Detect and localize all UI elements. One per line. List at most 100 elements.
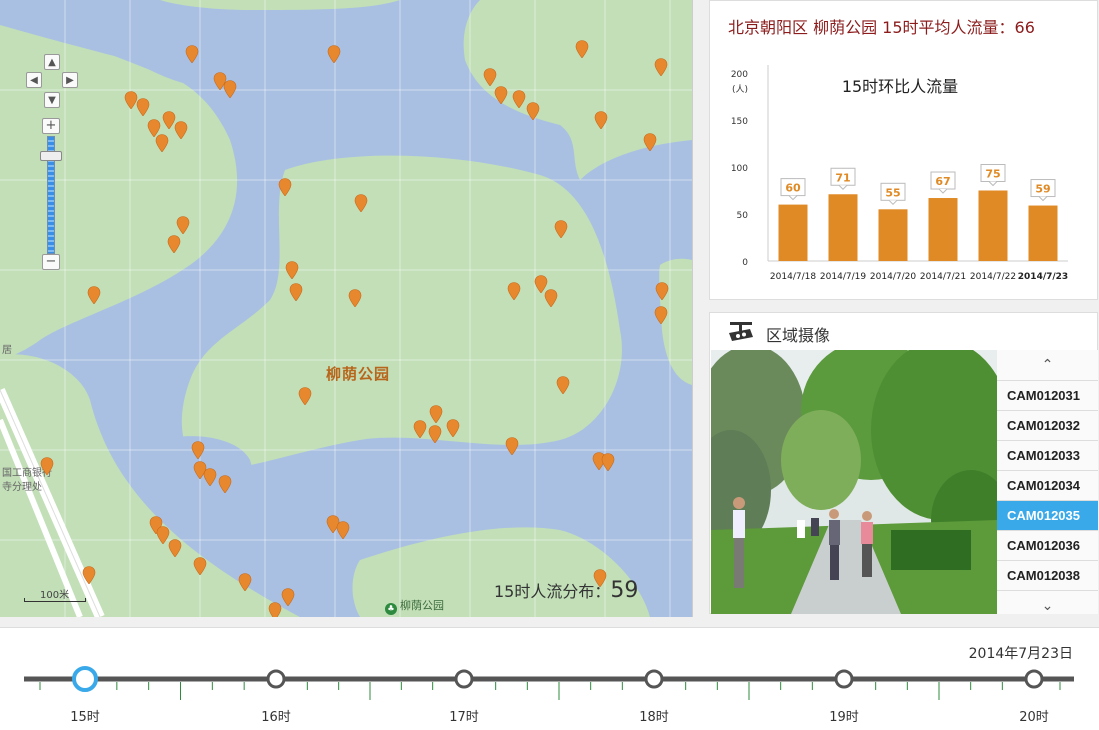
camera-list-scroll-down[interactable]: ⌄ — [997, 590, 1098, 621]
timeline-hour-label[interactable]: 15时 — [65, 706, 105, 725]
timeline-node[interactable] — [454, 669, 474, 689]
data-label-pointer — [888, 199, 898, 206]
map-marker-icon[interactable] — [601, 453, 615, 472]
map-marker-icon[interactable] — [526, 102, 540, 121]
map-marker-icon[interactable] — [446, 419, 460, 438]
zoom-out-button[interactable]: − — [42, 254, 60, 270]
data-label: 60 — [785, 182, 801, 195]
map-marker-icon[interactable] — [87, 286, 101, 305]
x-tick-label: 2014/7/21 — [920, 272, 966, 282]
map-marker-icon[interactable] — [167, 235, 181, 254]
map-marker-icon[interactable] — [185, 45, 199, 64]
map-marker-icon[interactable] — [40, 457, 54, 476]
map-marker-icon[interactable] — [268, 602, 282, 617]
map-marker-icon[interactable] — [556, 376, 570, 395]
data-label: 75 — [985, 168, 1000, 181]
y-tick-label: 100 — [731, 164, 748, 174]
map-marker-icon[interactable] — [505, 437, 519, 456]
timeline-hour-label[interactable]: 16时 — [256, 706, 296, 725]
map-marker-icon[interactable] — [136, 98, 150, 117]
park-logo-text: 柳荫公园 — [400, 599, 444, 612]
timeline-node[interactable] — [266, 669, 286, 689]
map-marker-icon[interactable] — [191, 441, 205, 460]
map-marker-icon[interactable] — [654, 58, 668, 77]
map-marker-icon[interactable] — [281, 588, 295, 607]
arrow-left-icon[interactable]: ◀ — [26, 72, 42, 88]
data-label: 67 — [935, 175, 950, 188]
map-marker-icon[interactable] — [203, 468, 217, 487]
map-marker-icon[interactable] — [494, 86, 508, 105]
map-marker-icon[interactable] — [413, 420, 427, 439]
arrow-down-icon[interactable]: ▼ — [44, 92, 60, 108]
camera-list-scroll-up[interactable]: ⌃ — [997, 350, 1098, 380]
y-tick-label: 200 — [731, 70, 748, 80]
data-label: 55 — [885, 186, 900, 199]
timeline-node-inner[interactable] — [80, 674, 90, 684]
map-marker-icon[interactable] — [654, 306, 668, 325]
timeline-hour-label[interactable]: 19时 — [824, 706, 864, 725]
map-marker-icon[interactable] — [218, 475, 232, 494]
x-tick-label: 2014/7/18 — [770, 272, 816, 282]
park-logo: ♣ 柳荫公园 — [385, 597, 444, 615]
y-tick-label: 50 — [737, 211, 749, 221]
camera-list-item[interactable]: CAM012035 — [997, 500, 1098, 530]
bar — [778, 204, 808, 261]
map-marker-icon[interactable] — [278, 178, 292, 197]
timeline-hour-label[interactable]: 20时 — [1014, 706, 1054, 725]
map-marker-icon[interactable] — [655, 282, 669, 301]
map-view[interactable]: 居 国工商银行 寺分理处 柳荫公园 ▲ ◀ ▶ ▼ + − 100米 15时人流… — [0, 0, 693, 617]
map-marker-icon[interactable] — [155, 134, 169, 153]
timeline-hour-label[interactable]: 18时 — [634, 706, 674, 725]
park-name-label: 柳荫公园 — [326, 365, 391, 383]
timeline-node[interactable] — [834, 669, 854, 689]
data-label-pointer — [1038, 196, 1048, 202]
camera-list-item[interactable]: CAM012036 — [997, 530, 1098, 560]
map-marker-icon[interactable] — [223, 80, 237, 99]
map-marker-icon[interactable] — [348, 289, 362, 308]
map-marker-icon[interactable] — [354, 194, 368, 213]
camera-list-item[interactable]: CAM012034 — [997, 470, 1098, 500]
zoom-slider-handle[interactable] — [40, 151, 62, 161]
zoom-in-button[interactable]: + — [42, 118, 60, 134]
camera-list-item[interactable]: CAM012032 — [997, 410, 1098, 440]
map-marker-icon[interactable] — [298, 387, 312, 406]
timeline-track[interactable] — [0, 628, 1099, 730]
map-scale: 100米 — [24, 586, 86, 602]
map-marker-icon[interactable] — [544, 289, 558, 308]
map-marker-icon[interactable] — [174, 121, 188, 140]
map-marker-icon[interactable] — [594, 111, 608, 130]
map-marker-icon[interactable] — [554, 220, 568, 239]
map-marker-icon[interactable] — [238, 573, 252, 592]
map-marker-icon[interactable] — [285, 261, 299, 280]
map-marker-icon[interactable] — [336, 521, 350, 540]
timeline-node[interactable] — [644, 669, 664, 689]
map-marker-icon[interactable] — [512, 90, 526, 109]
camera-list-item[interactable]: CAM012038 — [997, 560, 1098, 590]
camera-list-item[interactable]: CAM012031 — [997, 380, 1098, 410]
arrow-right-icon[interactable]: ▶ — [62, 72, 78, 88]
map-marker-icon[interactable] — [507, 282, 521, 301]
bar — [828, 194, 858, 261]
flow-label: 15时人流分布： — [494, 582, 611, 601]
y-axis-label: (人) — [732, 84, 748, 95]
camera-list-item[interactable]: CAM012033 — [997, 440, 1098, 470]
map-marker-icon[interactable] — [575, 40, 589, 59]
bar — [878, 209, 908, 261]
map-marker-icon[interactable] — [429, 405, 443, 424]
data-label-pointer — [938, 188, 948, 194]
map-marker-icon[interactable] — [643, 133, 657, 152]
map-marker-icon[interactable] — [193, 557, 207, 576]
map-marker-icon[interactable] — [168, 539, 182, 558]
camera-panel-title: 区域摄像 — [766, 326, 831, 345]
map-marker-icon[interactable] — [428, 425, 442, 444]
timeline-node[interactable] — [1024, 669, 1044, 689]
arrow-up-icon[interactable]: ▲ — [44, 54, 60, 70]
map-marker-icon[interactable] — [327, 45, 341, 64]
map-marker-icon[interactable] — [483, 68, 497, 87]
map-marker-icon[interactable] — [82, 566, 96, 585]
map-marker-icon[interactable] — [289, 283, 303, 302]
flow-value: 59 — [610, 578, 639, 603]
map-marker-icon[interactable] — [176, 216, 190, 235]
timeline-hour-label[interactable]: 17时 — [444, 706, 484, 725]
camera-feed-image[interactable] — [711, 350, 997, 614]
